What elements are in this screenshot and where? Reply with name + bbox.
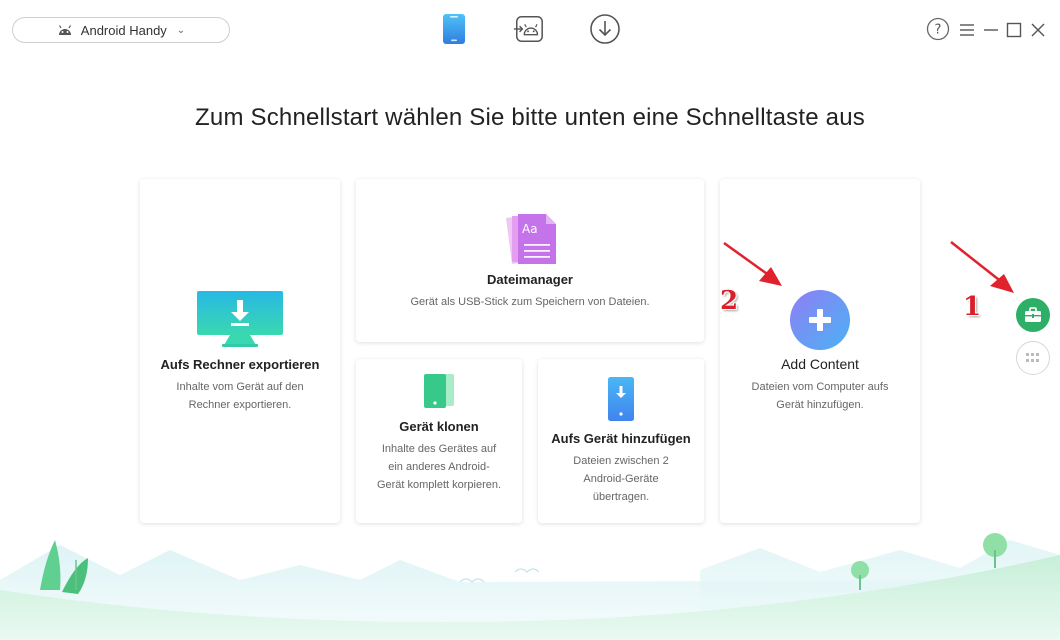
card-description: Inhalte des Gerätes auf ein anderes Andr…: [376, 443, 502, 491]
device-name: Android Handy: [80, 22, 167, 38]
phone-download-icon: [608, 377, 634, 421]
card-description: Gerät als USB-Stick zum Speichern von Da…: [410, 296, 650, 308]
device-selector[interactable]: Android Handy ⌄: [12, 17, 230, 43]
tab-phone-manager[interactable]: [438, 12, 470, 46]
annotation-number-2: 2: [720, 286, 739, 316]
maximize-icon: [1006, 22, 1022, 38]
help-icon: ?: [926, 17, 950, 41]
card-title: Gerät klonen: [399, 419, 479, 434]
svg-text:Aa: Aa: [522, 222, 538, 236]
minimize-button[interactable]: [983, 22, 999, 38]
file-document-icon: Aa: [506, 214, 556, 264]
menu-button[interactable]: [959, 23, 975, 37]
svg-text:?: ?: [935, 23, 942, 38]
maximize-button[interactable]: [1006, 22, 1022, 38]
card-export-to-computer[interactable]: Aufs Rechner exportieren Inhalte vom Ger…: [140, 179, 340, 523]
monitor-export-icon: [197, 291, 283, 347]
android-icon: [58, 25, 71, 35]
page-title: Zum Schnellstart wählen Sie bitte unten …: [195, 104, 865, 131]
card-description: Inhalte vom Gerät auf den Rechner export…: [176, 381, 304, 411]
apps-button[interactable]: [1016, 341, 1050, 375]
toolbox-icon: [1025, 307, 1041, 322]
card-add-to-device[interactable]: Aufs Gerät hinzufügen Dateien zwischen 2…: [538, 359, 704, 523]
card-title: Aufs Rechner exportieren: [160, 357, 320, 372]
tab-android-mover[interactable]: [513, 12, 545, 46]
download-circle-icon: [590, 14, 620, 44]
phone-clone-icon: [424, 374, 454, 408]
phone-icon: [443, 14, 465, 44]
help-button[interactable]: ?: [926, 17, 950, 41]
card-description: Dateien zwischen 2 Android-Geräte übertr…: [573, 455, 669, 503]
tab-downloader[interactable]: [589, 12, 621, 46]
grid-icon: [1026, 353, 1039, 362]
card-title: Add Content: [781, 356, 859, 372]
card-add-content[interactable]: Add Content Dateien vom Computer aufs Ge…: [720, 179, 920, 523]
android-transfer-icon: [513, 16, 543, 42]
card-description: Dateien vom Computer aufs Gerät hinzufüg…: [751, 381, 889, 411]
card-file-manager[interactable]: Aa Dateimanager Gerät als USB-Stick zum …: [356, 179, 704, 342]
menu-icon: [960, 24, 974, 36]
chevron-down-icon: ⌄: [176, 24, 186, 36]
close-button[interactable]: [1030, 22, 1046, 38]
card-clone-device[interactable]: Gerät klonen Inhalte des Gerätes auf ein…: [356, 359, 522, 523]
annotation-number-1: 1: [963, 292, 982, 322]
close-icon: [1031, 23, 1045, 37]
toolbox-button[interactable]: [1016, 298, 1050, 332]
arrow-to-toolbox: [950, 241, 1014, 293]
card-title: Dateimanager: [487, 272, 573, 287]
minimize-icon: [984, 29, 998, 31]
landscape-illustration: [0, 533, 1060, 640]
card-title: Aufs Gerät hinzufügen: [551, 431, 691, 446]
add-circle-icon: [790, 290, 850, 350]
